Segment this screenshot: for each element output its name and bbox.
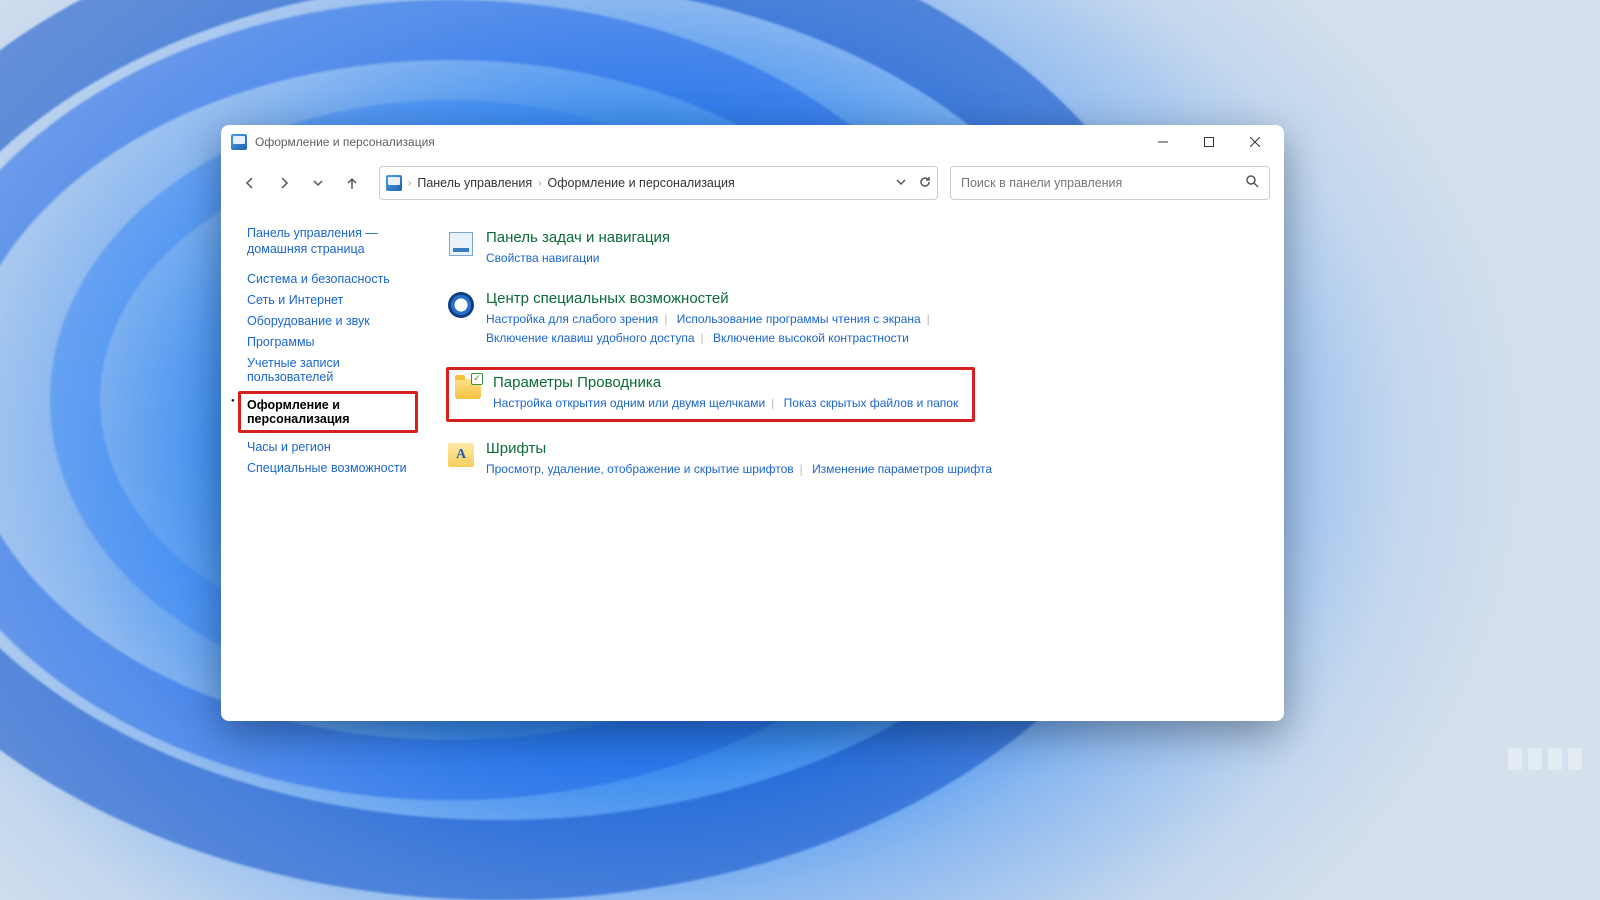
link-click-open[interactable]: Настройка открытия одним или двумя щелчк… (493, 396, 765, 410)
section-heading[interactable]: Шрифты (486, 440, 992, 457)
section-ease-of-access: Центр специальных возможностей Настройка… (446, 286, 1264, 352)
chevron-right-icon: › (538, 178, 541, 189)
section-taskbar: Панель задач и навигация Свойства навига… (446, 225, 1264, 272)
sidebar-item-clock[interactable]: Часы и регион (247, 440, 422, 454)
link-low-vision[interactable]: Настройка для слабого зрения (486, 312, 658, 326)
ease-of-access-icon (446, 290, 476, 320)
sidebar-item-appearance[interactable]: Оформление и персонализация (238, 391, 418, 433)
fonts-icon: A (446, 440, 476, 470)
address-dropdown[interactable] (895, 176, 907, 191)
content-area: Панель задач и навигация Свойства навига… (422, 225, 1264, 701)
folder-options-icon (453, 374, 483, 404)
control-panel-icon (231, 134, 247, 150)
refresh-button[interactable] (919, 176, 931, 191)
link-screen-reader[interactable]: Использование программы чтения с экрана (677, 312, 921, 326)
breadcrumb-root[interactable]: Панель управления (417, 176, 532, 190)
search-icon[interactable] (1246, 175, 1259, 191)
sidebar-item-accessibility[interactable]: Специальные возможности (247, 461, 422, 475)
link-view-fonts[interactable]: Просмотр, удаление, отображение и скрыти… (486, 462, 794, 476)
navigation-bar: › Панель управления › Оформление и персо… (221, 159, 1284, 207)
sidebar-item-hardware[interactable]: Оборудование и звук (247, 314, 422, 328)
maximize-button[interactable] (1186, 127, 1232, 157)
control-panel-icon (386, 175, 402, 191)
chevron-right-icon: › (408, 178, 411, 189)
sidebar-item-programs[interactable]: Программы (247, 335, 422, 349)
desktop-widgets (1508, 748, 1582, 770)
link-high-contrast[interactable]: Включение высокой контрастности (713, 331, 909, 345)
recent-dropdown[interactable] (303, 168, 333, 198)
sidebar-item-network[interactable]: Сеть и Интернет (247, 293, 422, 307)
back-button[interactable] (235, 168, 265, 198)
section-heading[interactable]: Параметры Проводника (493, 374, 958, 391)
section-heading[interactable]: Панель задач и навигация (486, 229, 670, 246)
link-font-settings[interactable]: Изменение параметров шрифта (812, 462, 992, 476)
link-hidden-files[interactable]: Показ скрытых файлов и папок (784, 396, 959, 410)
control-panel-window: Оформление и персонализация › Панель упр… (221, 125, 1284, 721)
breadcrumb-current[interactable]: Оформление и персонализация (548, 176, 735, 190)
sidebar-home-link[interactable]: Панель управления — домашняя страница (247, 225, 422, 258)
section-heading[interactable]: Центр специальных возможностей (486, 290, 936, 307)
search-input[interactable] (961, 176, 1246, 190)
search-box[interactable] (950, 166, 1270, 200)
minimize-button[interactable] (1140, 127, 1186, 157)
sidebar-item-system[interactable]: Система и безопасность (247, 272, 422, 286)
section-fonts: A Шрифты Просмотр, удаление, отображение… (446, 436, 1264, 483)
sidebar-item-accounts[interactable]: Учетные записи пользователей (247, 356, 422, 384)
titlebar: Оформление и персонализация (221, 125, 1284, 159)
forward-button[interactable] (269, 168, 299, 198)
close-button[interactable] (1232, 127, 1278, 157)
address-bar[interactable]: › Панель управления › Оформление и персо… (379, 166, 938, 200)
window-title: Оформление и персонализация (255, 135, 435, 149)
link-nav-properties[interactable]: Свойства навигации (486, 251, 599, 265)
taskbar-icon (446, 229, 476, 259)
section-explorer-options: Параметры Проводника Настройка открытия … (446, 367, 975, 422)
sidebar: Панель управления — домашняя страница Си… (247, 225, 422, 701)
up-button[interactable] (337, 168, 367, 198)
link-access-keys[interactable]: Включение клавиш удобного доступа (486, 331, 695, 345)
